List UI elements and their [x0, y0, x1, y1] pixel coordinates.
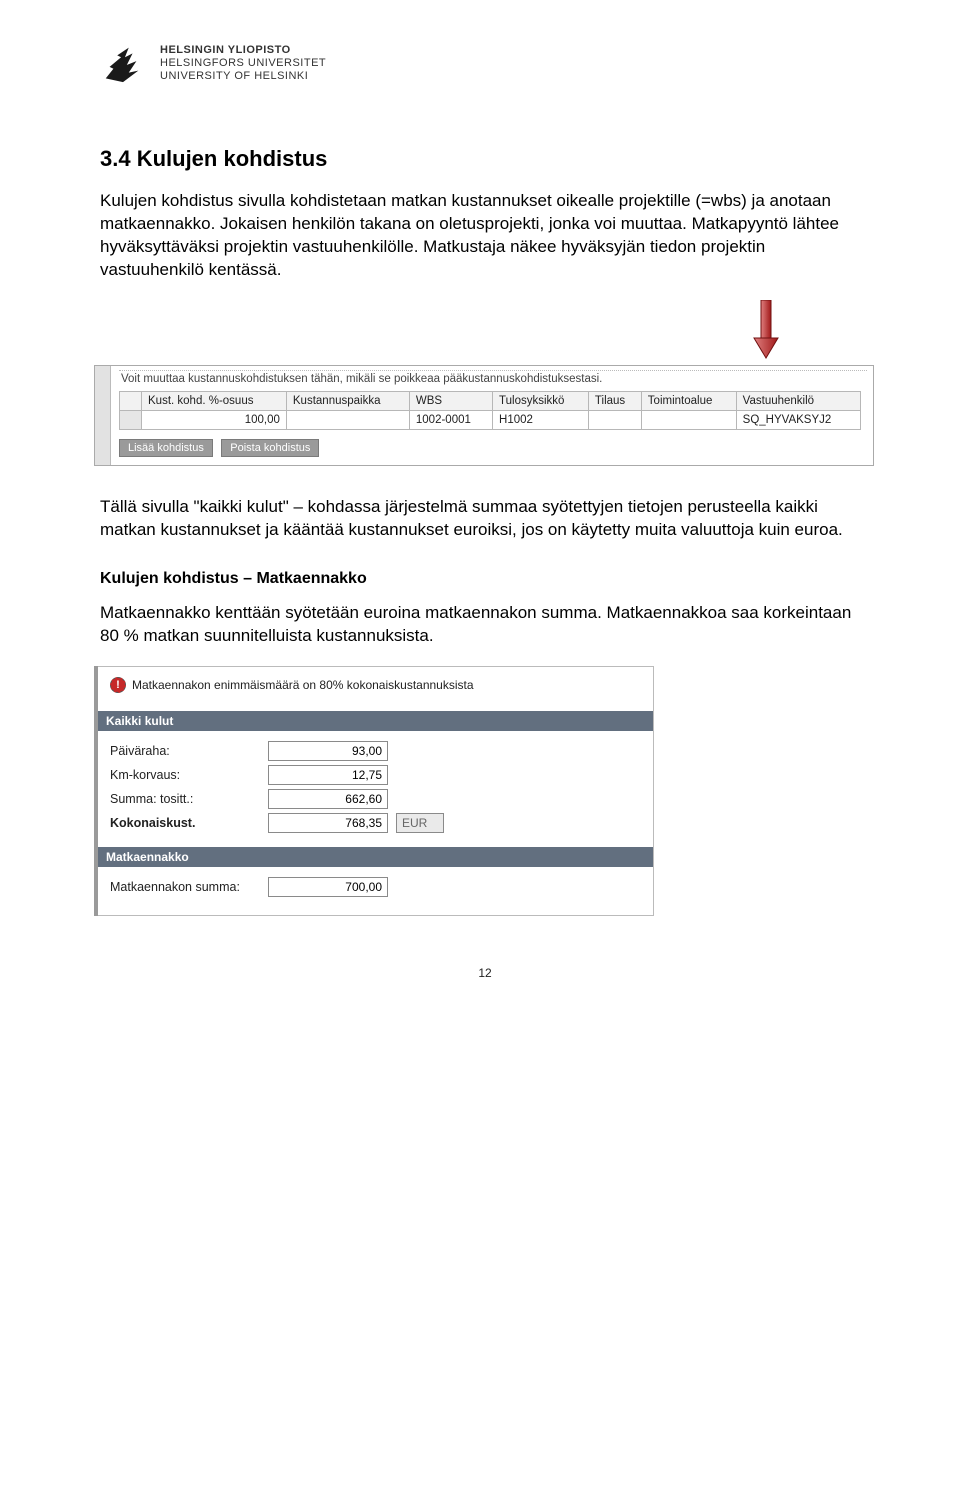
warning-row: ! Matkaennakon enimmäismäärä on 80% koko… [110, 677, 641, 693]
col-order: Tilaus [588, 391, 641, 410]
row-paivaraha: Päiväraha: [110, 741, 641, 761]
uni-name-sv: HELSINGFORS UNIVERSITET [160, 57, 326, 69]
label-total: Kokonaiskust. [110, 816, 260, 830]
input-currency [396, 813, 444, 833]
input-kmkorvaus[interactable] [268, 765, 388, 785]
row-summa: Summa: tositt.: [110, 789, 641, 809]
col-percent: Kust. kohd. %-osuus [142, 391, 287, 410]
label-summa: Summa: tositt.: [110, 792, 260, 806]
university-names: HELSINGIN YLIOPISTO HELSINGFORS UNIVERSI… [160, 44, 326, 82]
warning-text: Matkaennakon enimmäismäärä on 80% kokona… [132, 678, 474, 692]
cell-responsible[interactable]: SQ_HYVAKSYJ2 [736, 410, 860, 429]
screenshot-totals-form: ! Matkaennakon enimmäismäärä on 80% koko… [94, 666, 654, 916]
col-unit: Tulosyksikkö [493, 391, 589, 410]
row-selector-header [120, 391, 142, 410]
paragraph-intro: Kulujen kohdistus sivulla kohdistetaan m… [100, 190, 870, 282]
col-activity: Toimintoalue [641, 391, 736, 410]
cell-costcenter[interactable] [286, 410, 409, 429]
screenshot-cost-allocation: ↖ Voit muuttaa kustannuskohdistuksen täh… [94, 365, 874, 466]
col-responsible: Vastuuhenkilö [736, 391, 860, 410]
input-summa[interactable] [268, 789, 388, 809]
label-advance: Matkaennakon summa: [110, 880, 260, 894]
input-total[interactable] [268, 813, 388, 833]
label-paivaraha: Päiväraha: [110, 744, 260, 758]
university-logo-block: HELSINGIN YLIOPISTO HELSINGFORS UNIVERSI… [100, 40, 870, 86]
cell-unit[interactable]: H1002 [493, 410, 589, 429]
uni-name-en: UNIVERSITY OF HELSINKI [160, 70, 326, 82]
row-kmkorvaus: Km-korvaus: [110, 765, 641, 785]
input-advance[interactable] [268, 877, 388, 897]
flame-icon [100, 40, 146, 86]
callout-arrow [100, 300, 870, 365]
page-number: 12 [100, 966, 870, 980]
panel-header-all-costs: Kaikki kulut [98, 711, 653, 731]
row-total: Kokonaiskust. [110, 813, 641, 833]
warning-icon: ! [110, 677, 126, 693]
subsection-heading: Kulujen kohdistus – Matkaennakko [100, 570, 870, 588]
cell-percent[interactable]: 100,00 [142, 410, 287, 429]
row-selector[interactable] [120, 410, 142, 429]
allocation-table: Kust. kohd. %-osuus Kustannuspaikka WBS … [119, 391, 861, 430]
paragraph-all-costs: Tällä sivulla "kaikki kulut" – kohdassa … [100, 496, 870, 542]
label-kmkorvaus: Km-korvaus: [110, 768, 260, 782]
col-wbs: WBS [409, 391, 492, 410]
paragraph-advance: Matkaennakko kenttään syötetään euroina … [100, 602, 870, 648]
col-costcenter: Kustannuspaikka [286, 391, 409, 410]
screenshot-info-text: Voit muuttaa kustannuskohdistuksen tähän… [119, 370, 867, 391]
cell-order[interactable] [588, 410, 641, 429]
cell-wbs[interactable]: 1002-0001 [409, 410, 492, 429]
remove-allocation-button[interactable]: Poista kohdistus [221, 439, 319, 457]
add-allocation-button[interactable]: Lisää kohdistus [119, 439, 213, 457]
row-advance: Matkaennakon summa: [110, 877, 641, 897]
uni-name-fi: HELSINGIN YLIOPISTO [160, 44, 326, 56]
input-paivaraha[interactable] [268, 741, 388, 761]
cell-activity[interactable] [641, 410, 736, 429]
arrow-down-icon [752, 300, 780, 365]
section-heading: 3.4 Kulujen kohdistus [100, 146, 870, 172]
panel-header-advance: Matkaennakko [98, 847, 653, 867]
table-row[interactable]: 100,00 1002-0001 H1002 SQ_HYVAKSYJ2 [120, 410, 861, 429]
